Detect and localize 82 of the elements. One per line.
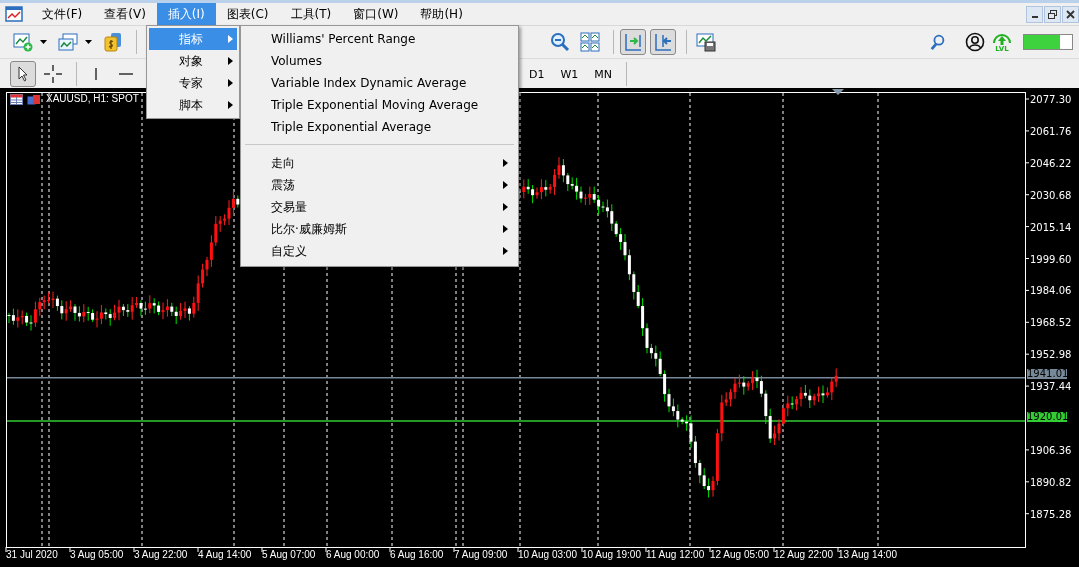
price-label: 1890.82	[1030, 477, 1072, 488]
submenu-arrow-icon	[503, 225, 508, 233]
caret-icon[interactable]	[40, 40, 47, 44]
submenu-arrow-icon	[503, 247, 508, 255]
chart-title: XAUUSD, H1: SPOT	[46, 93, 139, 104]
time-label: 11 Aug 12:00	[646, 549, 705, 560]
price-label: 2015.14	[1030, 222, 1072, 233]
time-label: 5 Aug 07:00	[262, 549, 316, 560]
time-label: 12 Aug 05:00	[710, 549, 769, 560]
menu-item[interactable]: 工具(T)	[279, 3, 343, 25]
price-label: 2077.30	[1030, 95, 1072, 105]
horizontal-line-icon	[119, 73, 133, 75]
caret-icon[interactable]	[85, 40, 92, 44]
menu-item[interactable]: 交易量	[243, 196, 516, 218]
account-icon	[965, 32, 985, 52]
timeframe-button[interactable]: MN	[586, 67, 621, 81]
submenu-arrow-icon	[503, 203, 508, 211]
time-label: 7 Aug 09:00	[454, 549, 508, 560]
menu-item[interactable]: 窗口(W)	[342, 3, 410, 25]
submenu-arrow-icon	[228, 57, 233, 65]
level-up-icon	[991, 31, 1013, 46]
menu-item[interactable]: 文件(F)	[31, 3, 94, 25]
price-label: 1906.36	[1030, 445, 1072, 456]
price-label: 2030.68	[1030, 190, 1072, 201]
submenu-arrow-icon	[228, 35, 233, 43]
menu-item[interactable]: 专家	[149, 72, 237, 94]
time-label: 3 Aug 05:00	[70, 549, 124, 560]
menu-item[interactable]: Triple Exponential Average	[243, 116, 516, 138]
vertical-line-icon	[95, 68, 97, 80]
menu-item[interactable]: Variable Index Dynamic Average	[243, 72, 516, 94]
submenu-arrow-icon	[228, 101, 233, 109]
price-label: 1875.28	[1030, 509, 1072, 520]
search-icon	[929, 33, 947, 51]
menu-item[interactable]: 比尔·威廉姆斯	[243, 218, 516, 240]
time-label: 6 Aug 00:00	[326, 549, 380, 560]
cursor-button[interactable]	[10, 61, 36, 87]
time-label: 12 Aug 22:00	[774, 549, 833, 560]
submenu-arrow-icon	[228, 79, 233, 87]
menu-item[interactable]: Volumes	[243, 50, 516, 72]
menu-item[interactable]: 震荡	[243, 174, 516, 196]
time-label: 10 Aug 03:00	[518, 549, 577, 560]
app-chart-icon	[5, 6, 23, 22]
price-label: 1984.06	[1030, 286, 1072, 297]
time-label: 10 Aug 19:00	[582, 549, 641, 560]
menu-item[interactable]: 自定义	[243, 240, 516, 262]
shift-marker-icon	[832, 89, 844, 95]
restore-button[interactable]	[1044, 5, 1061, 23]
menu-item[interactable]: 帮助(H)	[409, 3, 474, 25]
minimize-button[interactable]	[1026, 5, 1043, 23]
price-level-label: 1941.01	[1027, 368, 1067, 379]
menu-item[interactable]: 对象	[149, 50, 237, 72]
toolbox-icon	[27, 94, 41, 105]
chart-shift-button[interactable]	[620, 29, 646, 55]
tile-windows-button[interactable]	[577, 29, 603, 55]
price-label: 2046.22	[1030, 158, 1072, 169]
restore-icon	[1048, 9, 1057, 19]
price-label: 1968.52	[1030, 318, 1072, 329]
close-button[interactable]	[1062, 5, 1079, 23]
time-label: 4 Aug 14:00	[198, 549, 252, 560]
submenu-arrow-icon	[503, 159, 508, 167]
auto-scroll-button[interactable]	[650, 29, 676, 55]
submenu-arrow-icon	[503, 181, 508, 189]
cursor-icon	[16, 66, 30, 82]
price-label: 2061.76	[1030, 126, 1072, 137]
menu-item[interactable]: 图表(C)	[215, 3, 280, 25]
menu-item[interactable]: Triple Exponential Moving Average	[243, 94, 516, 116]
price-label: 1952.98	[1030, 350, 1072, 361]
menu-item[interactable]: 走向	[243, 152, 516, 174]
timeframe-button[interactable]: W1	[552, 67, 587, 81]
price-level-label: 1920.01	[1027, 411, 1067, 422]
time-label: 31 Jul 2020	[6, 549, 58, 560]
price-label: 1937.44	[1030, 382, 1072, 393]
menu-item[interactable]: 查看(V)	[93, 3, 157, 25]
time-label: 3 Aug 22:00	[134, 549, 188, 560]
timeframe-button[interactable]: D1	[521, 67, 553, 81]
time-label: 13 Aug 14:00	[838, 549, 897, 560]
close-icon	[1066, 9, 1075, 19]
menu-item[interactable]: 脚本	[149, 94, 237, 116]
time-label: 6 Aug 16:00	[390, 549, 444, 560]
connection-status-icon	[1023, 34, 1073, 50]
menu-item[interactable]: Williams' Percent Range	[243, 28, 516, 50]
price-label: 1999.60	[1030, 254, 1072, 265]
